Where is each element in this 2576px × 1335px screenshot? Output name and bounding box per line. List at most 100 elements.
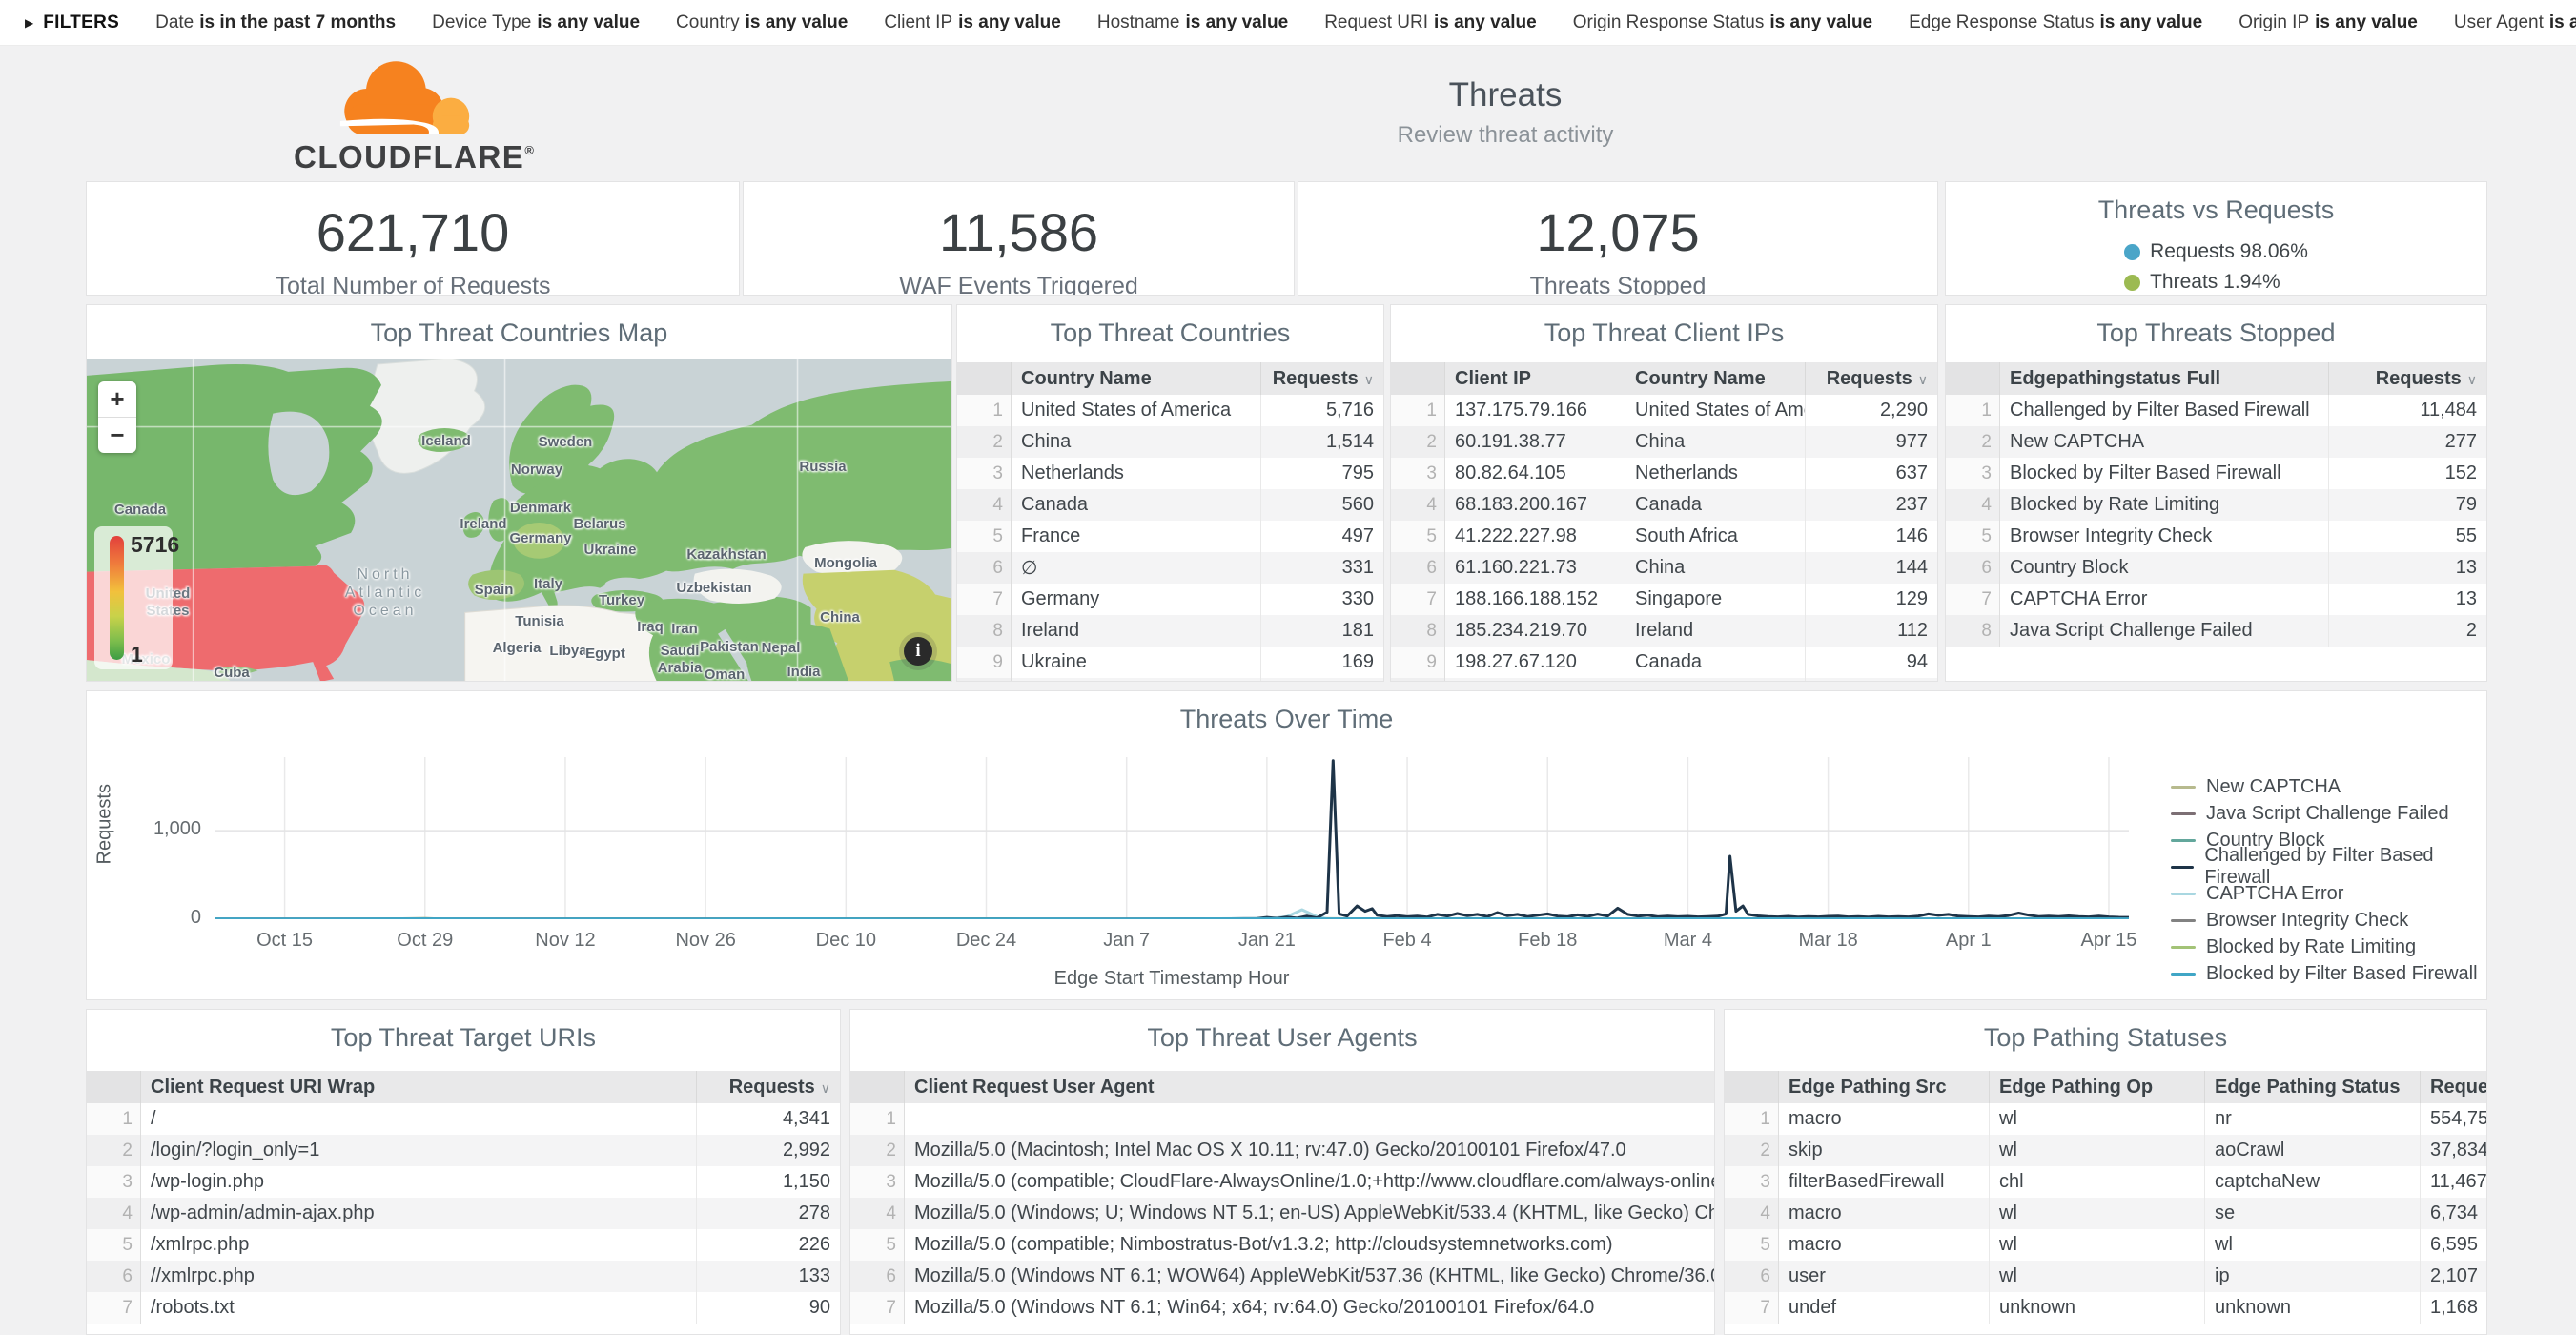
column-header[interactable]: Edge Pathing Op xyxy=(1990,1071,2205,1103)
table-cell[interactable]: 237 xyxy=(1806,489,1938,521)
table-cell[interactable]: /wp-admin/admin-ajax.php xyxy=(141,1198,697,1229)
table-row[interactable]: 7188.166.188.152Singapore129 xyxy=(1391,584,1937,615)
table-row[interactable]: 8185.234.219.70Ireland112 xyxy=(1391,615,1937,647)
table-row[interactable]: 4Mozilla/5.0 (Windows; U; Windows NT 5.1… xyxy=(850,1198,1714,1229)
table-cell[interactable]: skip xyxy=(1779,1135,1990,1166)
filter-item[interactable]: Hostnameis any value xyxy=(1097,12,1288,33)
column-header[interactable]: Client Request URI Wrap xyxy=(141,1071,697,1103)
table-cell[interactable]: wl xyxy=(1990,1198,2205,1229)
table-row[interactable]: 5Mozilla/5.0 (compatible; Nimbostratus-B… xyxy=(850,1229,1714,1261)
table-row[interactable]: 1United States of America5,716 xyxy=(957,395,1383,426)
table-cell[interactable]: 158 xyxy=(1261,678,1384,682)
table-cell[interactable]: Mozilla/5.0 (Windows NT 6.1; Win64; x64;… xyxy=(905,1292,1715,1324)
table-cell[interactable]: captchaNew xyxy=(2205,1166,2421,1198)
table-row[interactable]: 1macrowlnr554,758 xyxy=(1725,1103,2486,1135)
table-cell[interactable]: 795 xyxy=(1261,458,1384,489)
table-cell[interactable]: 55 xyxy=(2329,521,2487,552)
table-row[interactable]: 6Mozilla/5.0 (Windows NT 6.1; WOW64) App… xyxy=(850,1261,1714,1292)
table-cell[interactable]: Singapore xyxy=(1012,678,1261,682)
table-cell[interactable]: se xyxy=(2205,1198,2421,1229)
table-row[interactable]: 7/robots.txt90 xyxy=(87,1292,840,1324)
table-cell[interactable]: 5,716 xyxy=(1261,395,1384,426)
table-cell[interactable]: macro xyxy=(1779,1198,1990,1229)
table-cell[interactable]: undef xyxy=(1779,1292,1990,1324)
table-cell[interactable]: 13 xyxy=(2329,584,2487,615)
table-cell[interactable]: 11,467 xyxy=(2421,1166,2487,1198)
sort-icon[interactable]: ∨ xyxy=(2467,372,2477,387)
table-cell[interactable]: chl xyxy=(1990,1166,2205,1198)
table-cell[interactable]: Mozilla/5.0 (Macintosh; Intel Mac OS X 1… xyxy=(905,1135,1715,1166)
table-cell[interactable]: 188.166.188.152 xyxy=(1445,584,1625,615)
table-cell[interactable]: macro xyxy=(1779,1229,1990,1261)
table-row[interactable]: 5macrowlwl6,595 xyxy=(1725,1229,2486,1261)
table-cell[interactable]: Java Script Challenge Failed xyxy=(2000,615,2329,647)
table-cell[interactable]: wl xyxy=(2205,1229,2421,1261)
table-cell[interactable]: 129 xyxy=(1806,584,1938,615)
table-cell[interactable]: Netherlands xyxy=(1012,458,1261,489)
table-row[interactable]: 2New CAPTCHA277 xyxy=(1946,426,2486,458)
table-row[interactable]: 1 xyxy=(850,1103,1714,1135)
table-cell[interactable]: 1,168 xyxy=(2421,1292,2487,1324)
table-row[interactable]: 6userwlip2,107 xyxy=(1725,1261,2486,1292)
table-cell[interactable]: 152 xyxy=(2329,458,2487,489)
table-cell[interactable]: Germany xyxy=(1012,584,1261,615)
table-cell[interactable]: ∅ xyxy=(1012,552,1261,584)
filter-item[interactable]: Client IPis any value xyxy=(884,12,1061,33)
table-cell[interactable]: 11,484 xyxy=(2329,395,2487,426)
table-row[interactable]: 2Mozilla/5.0 (Macintosh; Intel Mac OS X … xyxy=(850,1135,1714,1166)
table-row[interactable]: 3Netherlands795 xyxy=(957,458,1383,489)
table-cell[interactable]: 2 xyxy=(2329,615,2487,647)
table-cell[interactable]: China xyxy=(1625,678,1806,682)
sort-icon[interactable]: ∨ xyxy=(1364,372,1374,387)
table-cell[interactable]: 94 xyxy=(1806,647,1938,678)
table-cell[interactable]: Ireland xyxy=(1012,615,1261,647)
column-header[interactable]: Requests∨ xyxy=(697,1071,841,1103)
table-cell[interactable]: Ukraine xyxy=(1012,647,1261,678)
table-cell[interactable] xyxy=(905,1103,1715,1135)
table-cell[interactable]: 4,341 xyxy=(697,1103,841,1135)
table-cell[interactable]: 277 xyxy=(2329,426,2487,458)
table-cell[interactable]: 68.183.200.167 xyxy=(1445,489,1625,521)
table-row[interactable]: 3Mozilla/5.0 (compatible; CloudFlare-Alw… xyxy=(850,1166,1714,1198)
table-cell[interactable]: Challenged by Filter Based Firewall xyxy=(2000,395,2329,426)
table-cell[interactable]: Canada xyxy=(1012,489,1261,521)
table-cell[interactable]: CAPTCHA Error xyxy=(2000,584,2329,615)
threats-over-time-chart[interactable] xyxy=(215,757,2129,919)
table-cell[interactable]: 278 xyxy=(697,1198,841,1229)
table-row[interactable]: 7Germany330 xyxy=(957,584,1383,615)
column-header[interactable]: Edgepathingstatus Full xyxy=(2000,362,2329,395)
table-cell[interactable]: filterBasedFirewall xyxy=(1779,1166,1990,1198)
table-cell[interactable]: 6,595 xyxy=(2421,1229,2487,1261)
table-cell[interactable]: 146 xyxy=(1806,521,1938,552)
table-cell[interactable]: 169 xyxy=(1261,647,1384,678)
table-cell[interactable]: 79 xyxy=(2329,489,2487,521)
filter-item[interactable]: Countryis any value xyxy=(676,12,848,33)
table-cell[interactable]: user xyxy=(1779,1261,1990,1292)
table-cell[interactable]: 60.191.38.77 xyxy=(1445,426,1625,458)
table-row[interactable]: 3/wp-login.php1,150 xyxy=(87,1166,840,1198)
table-cell[interactable]: 133 xyxy=(697,1261,841,1292)
filter-item[interactable]: User Agentis any value xyxy=(2454,12,2576,33)
table-cell[interactable]: 13 xyxy=(2329,552,2487,584)
table-cell[interactable]: /login/?login_only=1 xyxy=(141,1135,697,1166)
filter-item[interactable]: Origin Response Statusis any value xyxy=(1573,12,1872,33)
table-cell[interactable]: macro xyxy=(1779,1103,1990,1135)
table-cell[interactable]: 1,514 xyxy=(1261,426,1384,458)
table-row[interactable]: 10Singapore158 xyxy=(957,678,1383,682)
table-cell[interactable]: unknown xyxy=(1990,1292,2205,1324)
table-cell[interactable]: Singapore xyxy=(1625,584,1806,615)
table-cell[interactable]: 560 xyxy=(1261,489,1384,521)
table-row[interactable]: 3Blocked by Filter Based Firewall152 xyxy=(1946,458,2486,489)
table-cell[interactable]: 2,107 xyxy=(2421,1261,2487,1292)
table-row[interactable]: 541.222.227.98South Africa146 xyxy=(1391,521,1937,552)
table-cell[interactable]: wl xyxy=(1990,1135,2205,1166)
table-cell[interactable]: Netherlands xyxy=(1625,458,1806,489)
filters-toggle[interactable]: ▶ FILTERS xyxy=(25,12,119,33)
map-zoom-out-button[interactable]: − xyxy=(98,417,136,453)
table-cell[interactable]: 61.160.247.137 xyxy=(1445,678,1625,682)
table-cell[interactable]: Mozilla/5.0 (Windows; U; Windows NT 5.1;… xyxy=(905,1198,1715,1229)
table-cell[interactable]: 331 xyxy=(1261,552,1384,584)
filter-item[interactable]: Request URIis any value xyxy=(1324,12,1537,33)
table-cell[interactable]: United States of America xyxy=(1012,395,1261,426)
table-cell[interactable]: wl xyxy=(1990,1103,2205,1135)
